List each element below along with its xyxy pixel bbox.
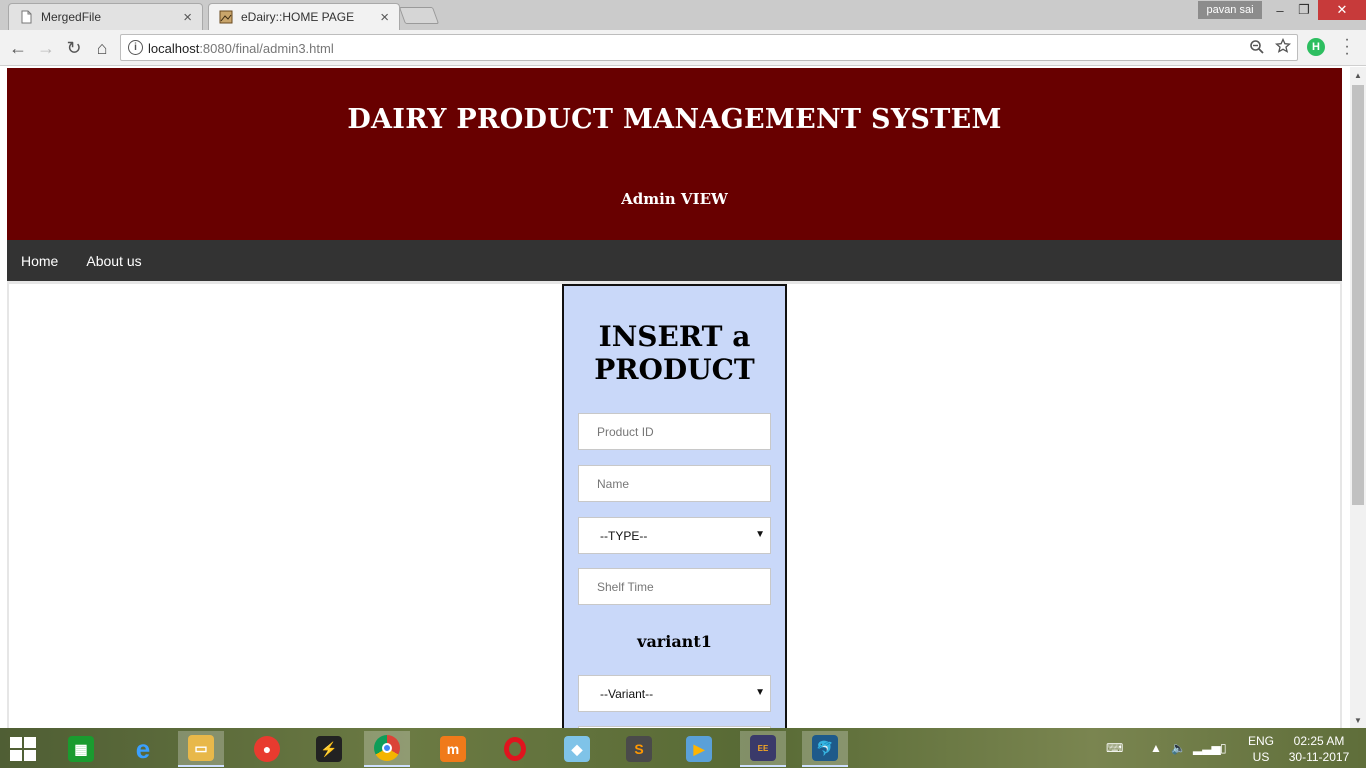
tab-label: eDairy::HOME PAGE xyxy=(241,10,355,24)
dropdown-arrow-icon: ▼ xyxy=(755,529,765,540)
type-select-value: --TYPE-- xyxy=(600,528,648,543)
site-navbar: Home About us xyxy=(7,240,1342,281)
browser-toolbar: ← → ↻ ⌂ i localhost:8080/final/admin3.ht… xyxy=(0,30,1366,66)
new-tab-button[interactable] xyxy=(398,7,440,24)
file-explorer-icon[interactable]: ▭ xyxy=(178,731,224,767)
sublime-text-icon[interactable]: S xyxy=(616,731,662,767)
java-ee-ide-icon[interactable]: EE xyxy=(740,731,786,767)
battery-icon[interactable]: ▯ xyxy=(1220,728,1227,768)
video-player-icon[interactable]: ▶ xyxy=(676,731,722,767)
page-favicon-icon xyxy=(219,10,233,24)
page-scrollbar[interactable]: ▲ ▼ xyxy=(1350,67,1366,728)
site-header: DAIRY PRODUCT MANAGEMENT SYSTEM Admin VI… xyxy=(7,68,1342,240)
extension-icon[interactable]: H xyxy=(1307,38,1325,56)
close-window-icon[interactable]: ✕ xyxy=(1318,0,1366,20)
nav-link-about-us[interactable]: About us xyxy=(72,240,155,281)
dropdown-arrow-icon: ▼ xyxy=(755,687,765,698)
region-code: US xyxy=(1252,750,1270,764)
type-select[interactable]: --TYPE-- ▼ xyxy=(578,517,771,554)
scroll-up-icon[interactable]: ▲ xyxy=(1350,67,1366,83)
home-icon[interactable]: ⌂ xyxy=(91,37,113,59)
url-host: localhost xyxy=(148,41,200,56)
site-subtitle: Admin VIEW xyxy=(621,190,728,208)
reload-icon[interactable]: ↻ xyxy=(63,37,85,59)
url-path: :8080/final/admin3.html xyxy=(199,41,334,56)
name-input[interactable]: Name xyxy=(578,465,771,502)
profile-button[interactable]: pavan sai xyxy=(1198,1,1262,19)
chrome-icon[interactable] xyxy=(364,731,410,767)
windows-logo-pane xyxy=(24,737,36,748)
site-title: DAIRY PRODUCT MANAGEMENT SYSTEM xyxy=(347,104,1002,135)
browser-tabstrip: MergedFile × eDairy::HOME PAGE × pavan s… xyxy=(0,0,1366,30)
page-viewport: DAIRY PRODUCT MANAGEMENT SYSTEM Admin VI… xyxy=(0,67,1350,728)
site-info-icon[interactable]: i xyxy=(128,40,143,55)
keyboard-icon[interactable]: ⌨ xyxy=(1106,728,1123,768)
document-icon xyxy=(21,10,32,24)
zoom-icon[interactable] xyxy=(1249,39,1265,55)
store-icon[interactable]: ▦ xyxy=(58,731,104,767)
bookmark-star-icon[interactable] xyxy=(1275,38,1291,54)
tab-label: MergedFile xyxy=(41,10,102,24)
tab-close-icon[interactable]: × xyxy=(380,9,389,26)
variant-select[interactable]: --Variant-- ▼ xyxy=(578,675,771,712)
nav-link-home[interactable]: Home xyxy=(7,240,72,281)
start-button[interactable] xyxy=(10,737,38,761)
product-id-input[interactable]: Product ID xyxy=(578,413,771,450)
variant-select-value: --Variant-- xyxy=(600,686,654,701)
back-icon[interactable]: ← xyxy=(7,37,29,59)
windows-logo-pane xyxy=(10,737,22,748)
form-heading-line2: PRODUCT xyxy=(594,353,755,386)
scroll-down-icon[interactable]: ▼ xyxy=(1350,712,1366,728)
insert-product-form: INSERT a PRODUCT Product ID Name --TYPE-… xyxy=(562,284,787,728)
restore-icon[interactable]: ❐ xyxy=(1290,0,1318,20)
photos-icon[interactable]: ◆ xyxy=(554,731,600,767)
form-heading: INSERT a PRODUCT xyxy=(564,320,785,386)
address-bar[interactable]: i localhost:8080/final/admin3.html xyxy=(120,34,1298,61)
internet-explorer-icon[interactable]: e xyxy=(120,731,166,767)
scrollbar-thumb[interactable] xyxy=(1352,85,1364,505)
forward-icon[interactable]: → xyxy=(35,37,57,59)
record-app-icon[interactable]: ● xyxy=(244,731,290,767)
browser-menu-icon[interactable]: · · · xyxy=(1340,32,1354,62)
language-code: ENG xyxy=(1247,734,1274,748)
tab-mergedfile[interactable]: MergedFile × xyxy=(8,3,203,30)
opera-icon[interactable] xyxy=(492,731,538,767)
show-hidden-icons[interactable]: ▲ xyxy=(1150,728,1162,768)
variant-label: variant1 xyxy=(637,632,712,651)
system-clock[interactable]: 02:25 AM 30-11-2017 xyxy=(1288,733,1350,765)
tab-close-icon[interactable]: × xyxy=(183,9,192,26)
volume-icon[interactable]: 🔈 xyxy=(1171,728,1186,768)
form-heading-line1: INSERT a xyxy=(598,320,751,353)
mysql-workbench-icon[interactable]: 🐬 xyxy=(802,731,848,767)
micromax-icon[interactable]: m xyxy=(430,731,476,767)
clock-time: 02:25 AM xyxy=(1293,734,1345,748)
network-signal-icon[interactable]: ▂▃▅ xyxy=(1193,728,1221,768)
clock-date: 30-11-2017 xyxy=(1288,750,1350,764)
input-language[interactable]: ENG US xyxy=(1247,733,1275,765)
shelf-time-input[interactable]: Shelf Time xyxy=(578,568,771,605)
windows-taskbar: ▦ e ▭ ● ⚡ m ◆ S ▶ EE 🐬 ⌨ ▲ 🔈 ▂▃▅ ▯ ENG U… xyxy=(0,728,1366,768)
winamp-icon[interactable]: ⚡ xyxy=(306,731,352,767)
windows-logo-pane xyxy=(24,750,36,761)
windows-logo-pane xyxy=(10,750,22,761)
url-text: localhost:8080/final/admin3.html xyxy=(148,41,334,56)
tab-edairy-home[interactable]: eDairy::HOME PAGE × xyxy=(208,3,400,30)
